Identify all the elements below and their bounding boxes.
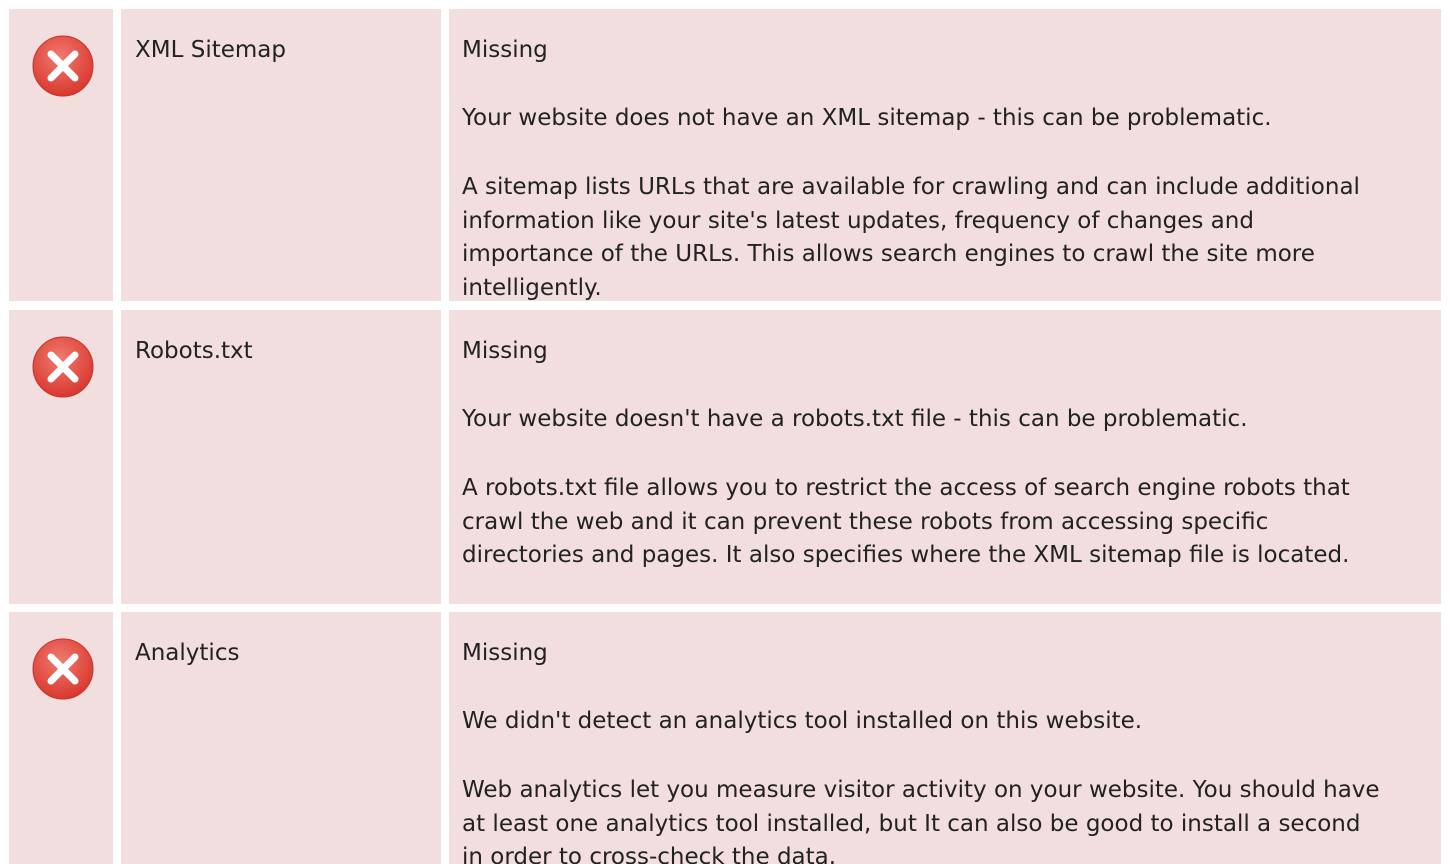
status-icon-cell — [9, 612, 113, 864]
check-info-cell: Missing Your website doesn't have a robo… — [449, 310, 1441, 604]
check-name: Analytics — [135, 640, 240, 666]
check-info-cell: Missing We didn't detect an analytics to… — [449, 612, 1441, 864]
seo-report: XML Sitemap Missing Your website does no… — [0, 0, 1450, 864]
check-detail: Web analytics let you measure visitor ac… — [462, 777, 1380, 864]
check-detail: A sitemap lists URLs that are available … — [462, 174, 1360, 301]
check-summary: Your website doesn't have a robots.txt f… — [462, 406, 1248, 432]
check-summary: Your website does not have an XML sitema… — [462, 105, 1272, 131]
error-x-icon — [32, 638, 94, 700]
check-name: Robots.txt — [135, 338, 253, 364]
check-detail: A robots.txt file allows you to restrict… — [462, 475, 1350, 568]
check-name-cell: Robots.txt — [121, 310, 441, 604]
check-row-analytics: Analytics Missing We didn't detect an an… — [0, 612, 1450, 864]
check-status: Missing — [462, 37, 548, 63]
error-x-icon — [32, 336, 94, 398]
check-status: Missing — [462, 338, 548, 364]
check-row-xml-sitemap: XML Sitemap Missing Your website does no… — [0, 9, 1450, 301]
check-name-cell: Analytics — [121, 612, 441, 864]
error-x-icon — [32, 35, 94, 97]
check-status: Missing — [462, 640, 548, 666]
status-icon-cell — [9, 9, 113, 301]
check-name-cell: XML Sitemap — [121, 9, 441, 301]
check-name: XML Sitemap — [135, 37, 286, 63]
check-row-robots-txt: Robots.txt Missing Your website doesn't … — [0, 310, 1450, 604]
status-icon-cell — [9, 310, 113, 604]
check-info-cell: Missing Your website does not have an XM… — [449, 9, 1441, 301]
check-summary: We didn't detect an analytics tool insta… — [462, 708, 1143, 734]
